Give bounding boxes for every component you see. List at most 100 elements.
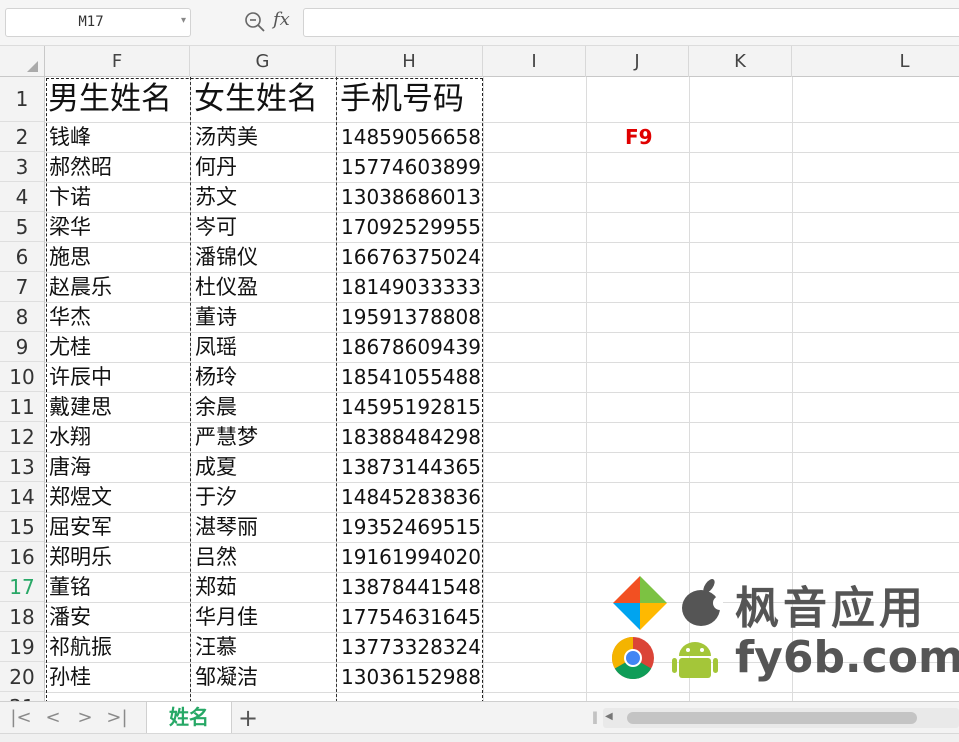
table-cell[interactable]: 潘锦仪 <box>191 242 336 272</box>
table-cell[interactable]: 苏文 <box>191 182 336 212</box>
row-header[interactable]: 6 <box>0 242 44 272</box>
table-cell[interactable]: 汪慕 <box>191 632 336 662</box>
table-cell[interactable]: 15774603899 <box>337 152 483 182</box>
table-cell[interactable]: 梁华 <box>45 212 190 242</box>
column-header-f[interactable]: F <box>45 46 190 77</box>
table-header-cell[interactable]: 女生姓名 <box>191 77 336 122</box>
column-header-h[interactable]: H <box>336 46 483 77</box>
name-box[interactable]: M17 ▾ <box>5 8 191 37</box>
table-cell[interactable]: 19161994020 <box>337 542 483 572</box>
table-cell[interactable]: 18388484298 <box>337 422 483 452</box>
row-header[interactable]: 2 <box>0 122 44 152</box>
table-header-cell[interactable]: 手机号码 <box>337 77 483 122</box>
horizontal-scrollbar[interactable]: ◀ <box>603 708 959 728</box>
table-cell[interactable]: 岑可 <box>191 212 336 242</box>
table-cell[interactable]: 邹凝洁 <box>191 662 336 692</box>
row-header[interactable]: 14 <box>0 482 44 512</box>
first-sheet-icon[interactable]: |< <box>10 706 32 730</box>
table-cell[interactable]: 郝然昭 <box>45 152 190 182</box>
column-header-g[interactable]: G <box>190 46 336 77</box>
row-header-active[interactable]: 17 <box>0 572 44 602</box>
table-cell[interactable]: 汤芮美 <box>191 122 336 152</box>
table-cell[interactable]: 18149033333 <box>337 272 483 302</box>
table-cell[interactable]: 14595192815 <box>337 392 483 422</box>
table-cell[interactable]: 卞诺 <box>45 182 190 212</box>
table-cell[interactable]: 水翔 <box>45 422 190 452</box>
table-cell[interactable]: 吕然 <box>191 542 336 572</box>
table-cell[interactable]: 戴建思 <box>45 392 190 422</box>
chevron-down-icon[interactable]: ▾ <box>181 15 186 26</box>
scroll-left-icon[interactable]: ◀ <box>605 711 613 722</box>
table-cell[interactable]: 杜仪盈 <box>191 272 336 302</box>
table-cell[interactable]: 13773328324 <box>337 632 483 662</box>
table-cell[interactable]: 13878441548 <box>337 572 483 602</box>
cell-j2-text[interactable]: F9 <box>625 122 653 152</box>
row-header[interactable]: 3 <box>0 152 44 182</box>
table-cell[interactable]: 于汐 <box>191 482 336 512</box>
table-cell[interactable]: 尤桂 <box>45 332 190 362</box>
sheet-tab-active[interactable]: 姓名 <box>146 702 232 733</box>
table-cell[interactable]: 何丹 <box>191 152 336 182</box>
row-header[interactable]: 9 <box>0 332 44 362</box>
column-header-k[interactable]: K <box>689 46 792 77</box>
table-cell[interactable]: 13038686013 <box>337 182 483 212</box>
column-header-l[interactable]: L <box>792 46 959 77</box>
row-header[interactable]: 10 <box>0 362 44 392</box>
table-cell[interactable]: 郑明乐 <box>45 542 190 572</box>
next-sheet-icon[interactable]: > <box>74 706 96 730</box>
table-cell[interactable]: 19591378808 <box>337 302 483 332</box>
fx-icon[interactable]: fx <box>273 9 290 30</box>
table-cell[interactable]: 成夏 <box>191 452 336 482</box>
table-cell[interactable]: 17754631645 <box>337 602 483 632</box>
table-cell[interactable]: 杨玲 <box>191 362 336 392</box>
add-sheet-button[interactable]: + <box>236 705 260 731</box>
row-header[interactable]: 7 <box>0 272 44 302</box>
prev-sheet-icon[interactable]: < <box>42 706 64 730</box>
row-header[interactable]: 1 <box>0 77 44 122</box>
row-header[interactable]: 18 <box>0 602 44 632</box>
last-sheet-icon[interactable]: >| <box>106 706 128 730</box>
table-cell[interactable]: 18541055488 <box>337 362 483 392</box>
table-cell[interactable]: 赵晨乐 <box>45 272 190 302</box>
table-cell[interactable]: 华杰 <box>45 302 190 332</box>
table-cell[interactable]: 董铭 <box>45 572 190 602</box>
table-cell[interactable]: 18678609439 <box>337 332 483 362</box>
table-cell[interactable]: 钱峰 <box>45 122 190 152</box>
row-header[interactable]: 19 <box>0 632 44 662</box>
row-header[interactable]: 15 <box>0 512 44 542</box>
table-cell[interactable]: 潘安 <box>45 602 190 632</box>
table-cell[interactable]: 凤瑶 <box>191 332 336 362</box>
table-cell[interactable]: 董诗 <box>191 302 336 332</box>
row-header[interactable]: 13 <box>0 452 44 482</box>
table-cell[interactable]: 19352469515 <box>337 512 483 542</box>
table-cell[interactable]: 湛琴丽 <box>191 512 336 542</box>
split-handle-icon[interactable]: ‖ <box>592 710 598 724</box>
row-header[interactable]: 4 <box>0 182 44 212</box>
formula-input[interactable] <box>303 8 959 37</box>
zoom-formula-icon[interactable] <box>244 11 266 33</box>
row-header[interactable]: 16 <box>0 542 44 572</box>
table-cell[interactable]: 郑煜文 <box>45 482 190 512</box>
table-cell[interactable]: 许辰中 <box>45 362 190 392</box>
row-header[interactable]: 20 <box>0 662 44 692</box>
table-header-cell[interactable]: 男生姓名 <box>45 77 190 122</box>
table-cell[interactable]: 唐海 <box>45 452 190 482</box>
table-cell[interactable]: 郑茹 <box>191 572 336 602</box>
table-cell[interactable]: 13036152988 <box>337 662 483 692</box>
table-cell[interactable]: 余晨 <box>191 392 336 422</box>
table-cell[interactable]: 17092529955 <box>337 212 483 242</box>
column-header-j[interactable]: J <box>586 46 689 77</box>
table-cell[interactable]: 华月佳 <box>191 602 336 632</box>
column-header-i[interactable]: I <box>483 46 586 77</box>
select-all-corner[interactable] <box>0 46 45 77</box>
scrollbar-thumb[interactable] <box>627 712 917 724</box>
table-cell[interactable]: 祁航振 <box>45 632 190 662</box>
row-header[interactable]: 12 <box>0 422 44 452</box>
table-cell[interactable]: 屈安军 <box>45 512 190 542</box>
table-cell[interactable]: 14845283836 <box>337 482 483 512</box>
table-cell[interactable]: 14859056658 <box>337 122 483 152</box>
row-header[interactable]: 11 <box>0 392 44 422</box>
table-cell[interactable]: 施思 <box>45 242 190 272</box>
row-header[interactable]: 8 <box>0 302 44 332</box>
table-cell[interactable]: 16676375024 <box>337 242 483 272</box>
